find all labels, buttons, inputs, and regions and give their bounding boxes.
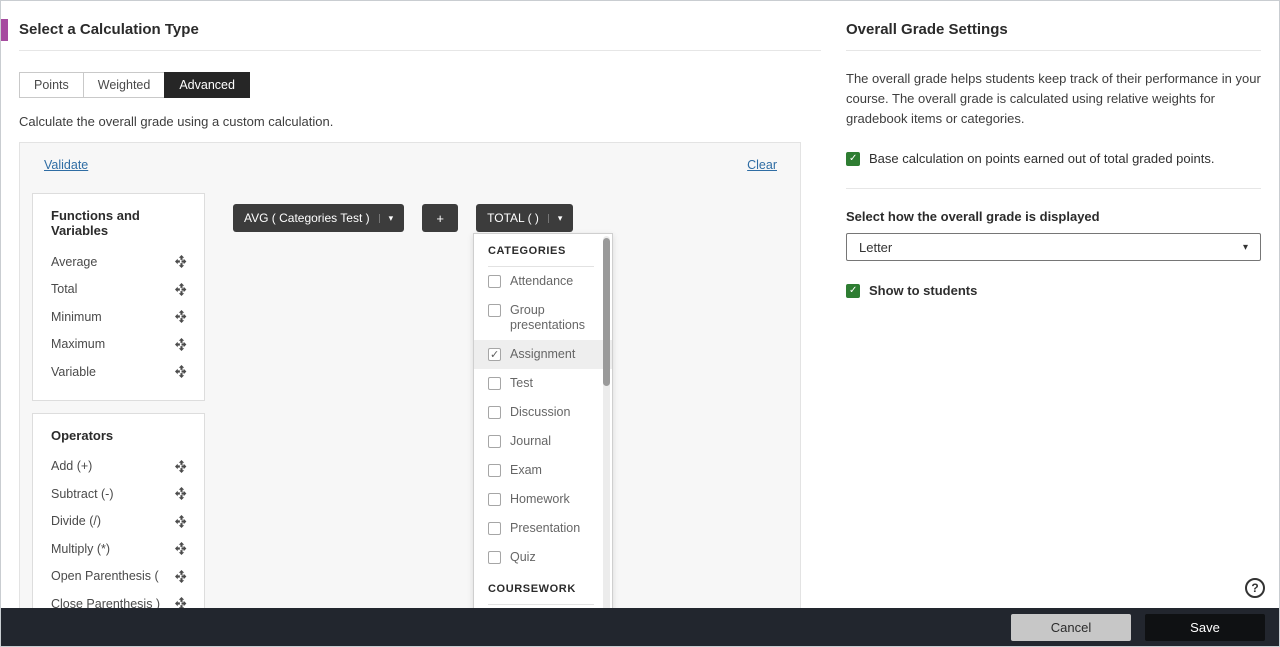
function-item-average[interactable]: Average [51,248,188,276]
grade-display-select[interactable]: Letter ▾ [846,233,1261,262]
main-content: Select a Calculation Type Points Weighte… [1,1,1279,608]
checkbox[interactable] [488,464,501,477]
category-option-homework[interactable]: Homework [488,485,594,514]
checkbox[interactable] [488,304,501,317]
calculation-type-panel: Select a Calculation Type Points Weighte… [1,1,823,608]
move-icon[interactable] [175,310,188,324]
coursework-option-partial[interactable] [488,605,594,608]
checkbox[interactable] [488,435,501,448]
checkbox[interactable] [488,493,501,506]
move-icon[interactable] [175,337,188,351]
checkbox[interactable] [846,152,860,167]
title-divider [19,50,821,51]
move-icon[interactable] [175,597,188,608]
function-item-maximum[interactable]: Maximum [51,331,188,359]
checkbox[interactable] [488,275,501,288]
chevron-down-icon[interactable]: ▾ [378,213,393,223]
checkbox[interactable] [488,377,501,390]
overall-grade-settings-panel: Overall Grade Settings The overall grade… [823,1,1279,608]
operator-item-divide[interactable]: Divide (/) [51,508,188,536]
total-pill[interactable]: TOTAL ( ) ▾ [476,204,574,232]
base-calculation-checkbox-row[interactable]: Base calculation on points earned out of… [846,151,1261,167]
gradebook-settings-window: Select a Calculation Type Points Weighte… [0,0,1280,647]
checkbox[interactable] [488,406,501,419]
calculation-builder: Validate Clear Functions and Variables A… [19,142,801,608]
dropdown-section-coursework: COURSEWORK [488,572,594,605]
operators-card: Operators Add (+) Subtract (-) Divide (/… [32,412,205,608]
avg-categories-pill[interactable]: AVG ( Categories Test ) ▾ [233,204,405,232]
help-icon[interactable]: ? [1245,578,1265,598]
section-divider [846,188,1261,190]
functions-card: Functions and Variables Average Total Mi… [32,193,205,401]
operator-item-multiply[interactable]: Multiply (*) [51,535,188,563]
plus-operator-pill[interactable]: + [422,204,459,232]
checkbox[interactable] [488,522,501,535]
operator-item-close-paren[interactable]: Close Parenthesis ) [51,590,188,608]
categories-dropdown: CATEGORIES Attendance Group presentation… [473,233,613,608]
operators-card-title: Operators [51,427,114,443]
move-icon[interactable] [175,569,188,583]
checkbox[interactable] [846,284,860,299]
category-option-test[interactable]: Test [488,369,594,398]
move-icon[interactable] [175,255,188,269]
action-footer: Cancel Save [1,608,1279,646]
category-option-journal[interactable]: Journal [488,427,594,456]
select-value: Letter [859,239,893,255]
builder-toolbar: Validate Clear [20,143,800,179]
category-option-assignment[interactable]: Assignment [474,340,612,369]
tab-points[interactable]: Points [19,72,84,98]
checkbox[interactable] [488,551,501,564]
dropdown-section-categories: CATEGORIES [488,234,594,267]
function-item-minimum[interactable]: Minimum [51,303,188,331]
move-icon[interactable] [175,365,188,379]
save-button[interactable]: Save [1145,613,1265,641]
category-option-exam[interactable]: Exam [488,456,594,485]
move-icon[interactable] [175,542,188,556]
scrollbar-thumb[interactable] [603,238,610,386]
display-mode-label: Select how the overall grade is displaye… [846,209,1100,225]
category-option-presentation[interactable]: Presentation [488,514,594,543]
builder-palette: Functions and Variables Average Total Mi… [32,193,205,608]
category-option-quiz[interactable]: Quiz [488,543,594,572]
tab-advanced[interactable]: Advanced [164,72,250,98]
chevron-down-icon[interactable]: ▾ [547,213,562,223]
category-option-discussion[interactable]: Discussion [488,398,594,427]
chevron-down-icon: ▾ [1242,241,1248,253]
category-option-group-presentations[interactable]: Group presentations [488,296,594,340]
settings-description: The overall grade helps students keep tr… [846,71,1261,127]
page-title: Select a Calculation Type [19,21,199,38]
category-option-attendance[interactable]: Attendance [488,267,594,296]
operator-item-subtract[interactable]: Subtract (-) [51,480,188,508]
validate-link[interactable]: Validate [44,158,88,179]
dropdown-scrollbar[interactable] [603,236,610,608]
move-icon[interactable] [175,514,188,528]
calc-type-tabs: Points Weighted Advanced [19,72,821,98]
formula-pills: AVG ( Categories Test ) ▾ + TOTAL ( ) ▾ [233,204,800,232]
calculation-canvas: AVG ( Categories Test ) ▾ + TOTAL ( ) ▾ [205,179,800,608]
calc-description: Calculate the overall grade using a cust… [19,114,334,129]
move-icon[interactable] [175,487,188,501]
clear-link[interactable]: Clear [747,158,777,179]
move-icon[interactable] [175,459,188,473]
categories-dropdown-list: CATEGORIES Attendance Group presentation… [474,234,612,608]
cancel-button[interactable]: Cancel [1011,613,1131,641]
function-item-total[interactable]: Total [51,276,188,304]
settings-title: Overall Grade Settings [846,21,1008,38]
show-to-students-checkbox-row[interactable]: Show to students [846,283,1261,299]
builder-body: Functions and Variables Average Total Mi… [20,179,800,608]
operator-item-open-paren[interactable]: Open Parenthesis ( [51,563,188,591]
functions-card-title: Functions and Variables [51,208,140,238]
function-item-variable[interactable]: Variable [51,358,188,386]
tab-weighted[interactable]: Weighted [82,72,166,98]
move-icon[interactable] [175,282,188,296]
checkbox[interactable] [488,348,501,361]
operator-item-add[interactable]: Add (+) [51,453,188,481]
title-divider [846,50,1261,51]
